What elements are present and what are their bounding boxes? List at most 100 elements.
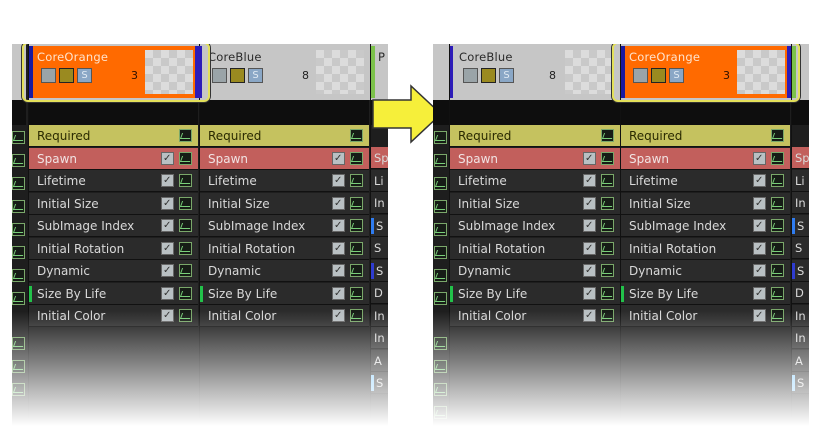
clipped-module-row[interactable]: D <box>792 282 809 304</box>
curve-graph-icon[interactable] <box>12 131 25 144</box>
clipped-module-row[interactable]: In <box>371 192 388 214</box>
curve-graph-icon[interactable] <box>12 269 25 282</box>
curve-graph-icon[interactable] <box>601 196 614 210</box>
module-row[interactable]: Initial Rotation <box>621 237 790 260</box>
module-row[interactable]: Size By Life <box>621 282 790 305</box>
checkbox-icon[interactable] <box>753 193 766 215</box>
clipped-module-row[interactable]: Sp <box>792 147 809 169</box>
clipped-module-row[interactable]: S <box>371 372 388 394</box>
checkbox-icon[interactable] <box>753 238 766 260</box>
module-row[interactable]: SubImage Index <box>200 215 369 237</box>
curve-graph-icon[interactable] <box>350 241 363 255</box>
module-row[interactable]: Dynamic <box>621 260 790 282</box>
clipped-module-row[interactable]: S <box>792 372 809 394</box>
curve-graph-icon[interactable] <box>179 129 192 142</box>
module-row[interactable]: Size By Life <box>200 282 369 305</box>
checkbox-icon[interactable] <box>212 68 227 83</box>
checkbox-icon[interactable] <box>332 148 345 170</box>
curve-graph-icon[interactable] <box>434 337 447 350</box>
checkbox-icon[interactable] <box>753 305 766 327</box>
module-row[interactable]: Required <box>450 125 620 147</box>
clipped-emitter-column[interactable] <box>12 44 26 426</box>
emitter-column-coreblue[interactable]: CoreBlue S 8 RequiredSpawnLifetimeInitia… <box>433 44 620 426</box>
checkbox-icon[interactable] <box>583 238 596 260</box>
curve-graph-icon[interactable] <box>601 129 614 142</box>
checkbox-icon[interactable] <box>753 260 766 282</box>
curve-graph-icon[interactable] <box>771 196 784 210</box>
curve-graph-icon[interactable] <box>12 223 25 236</box>
checkbox-icon[interactable] <box>332 238 345 260</box>
clipped-module-row[interactable]: In <box>792 327 809 349</box>
curve-graph-icon[interactable] <box>601 219 614 232</box>
emitter-header-coreblue[interactable]: CoreBlue S 8 <box>198 44 370 100</box>
module-row[interactable]: Size By Life <box>29 282 198 305</box>
clipped-emitter-column[interactable] <box>433 44 449 426</box>
module-row[interactable]: Spawn <box>29 147 198 170</box>
checkbox-icon[interactable] <box>753 170 766 192</box>
checkbox-icon[interactable] <box>161 283 174 305</box>
curve-graph-icon[interactable] <box>179 286 192 300</box>
curve-graph-icon[interactable] <box>350 264 363 277</box>
curve-graph-icon[interactable] <box>434 200 447 213</box>
curve-graph-icon[interactable] <box>771 174 784 187</box>
curve-graph-icon[interactable] <box>12 360 25 373</box>
curve-graph-icon[interactable] <box>601 264 614 277</box>
curve-graph-icon[interactable] <box>179 219 192 232</box>
clipped-module-row[interactable]: A <box>792 349 809 372</box>
clipped-module-row[interactable]: S <box>371 237 388 259</box>
curve-graph-icon[interactable] <box>12 154 25 167</box>
curve-graph-icon[interactable] <box>434 406 447 419</box>
curve-graph-icon[interactable] <box>434 246 447 259</box>
module-row[interactable]: Required <box>29 125 198 147</box>
checkbox-icon[interactable] <box>332 215 345 237</box>
curve-graph-icon[interactable] <box>12 337 25 350</box>
checkbox-icon[interactable] <box>583 170 596 192</box>
module-row[interactable]: Initial Color <box>621 305 790 327</box>
module-row[interactable]: Initial Size <box>621 192 790 215</box>
module-row[interactable]: Spawn <box>200 147 369 170</box>
module-row[interactable]: Initial Color <box>450 305 620 327</box>
curve-graph-icon[interactable] <box>350 129 363 142</box>
grid-icon[interactable] <box>230 68 245 83</box>
curve-graph-icon[interactable] <box>350 151 363 165</box>
checkbox-icon[interactable] <box>583 215 596 237</box>
clipped-module-row[interactable]: In <box>792 192 809 214</box>
clipped-module-row[interactable]: Li <box>371 169 388 192</box>
curve-graph-icon[interactable] <box>434 292 447 305</box>
curve-graph-icon[interactable] <box>601 174 614 187</box>
emitter-column-coreblue[interactable]: CoreBlue S 8 RequiredSpawnLifetimeInitia… <box>198 44 370 426</box>
curve-graph-icon[interactable] <box>771 309 784 322</box>
curve-graph-icon[interactable] <box>434 360 447 373</box>
curve-graph-icon[interactable] <box>179 196 192 210</box>
curve-graph-icon[interactable] <box>771 151 784 165</box>
checkbox-icon[interactable] <box>332 305 345 327</box>
curve-graph-icon[interactable] <box>179 309 192 322</box>
curve-graph-icon[interactable] <box>434 269 447 282</box>
curve-graph-icon[interactable] <box>179 264 192 277</box>
checkbox-icon[interactable] <box>332 283 345 305</box>
module-row[interactable]: Required <box>200 125 369 147</box>
checkbox-icon[interactable] <box>583 305 596 327</box>
clipped-module-row[interactable]: In <box>371 304 388 327</box>
curve-graph-icon[interactable] <box>601 286 614 300</box>
checkbox-icon[interactable] <box>583 193 596 215</box>
checkbox-icon[interactable] <box>161 193 174 215</box>
module-row[interactable]: Lifetime <box>621 170 790 192</box>
curve-graph-icon[interactable] <box>179 241 192 255</box>
checkbox-icon[interactable] <box>332 170 345 192</box>
clipped-module-row[interactable]: Li <box>792 169 809 192</box>
curve-graph-icon[interactable] <box>350 196 363 210</box>
module-row[interactable]: SubImage Index <box>621 215 790 237</box>
clipped-module-row[interactable]: S <box>792 214 809 237</box>
curve-graph-icon[interactable] <box>434 177 447 190</box>
checkbox-icon[interactable] <box>161 260 174 282</box>
checkbox-icon[interactable] <box>161 170 174 192</box>
curve-graph-icon[interactable] <box>434 383 447 396</box>
clipped-module-row[interactable]: In <box>371 327 388 349</box>
module-row[interactable]: Lifetime <box>29 170 198 192</box>
solo-s-icon[interactable]: S <box>248 68 263 83</box>
checkbox-icon[interactable] <box>753 215 766 237</box>
checkbox-icon[interactable] <box>161 238 174 260</box>
checkbox-icon[interactable] <box>161 305 174 327</box>
module-row[interactable]: Initial Rotation <box>29 237 198 260</box>
